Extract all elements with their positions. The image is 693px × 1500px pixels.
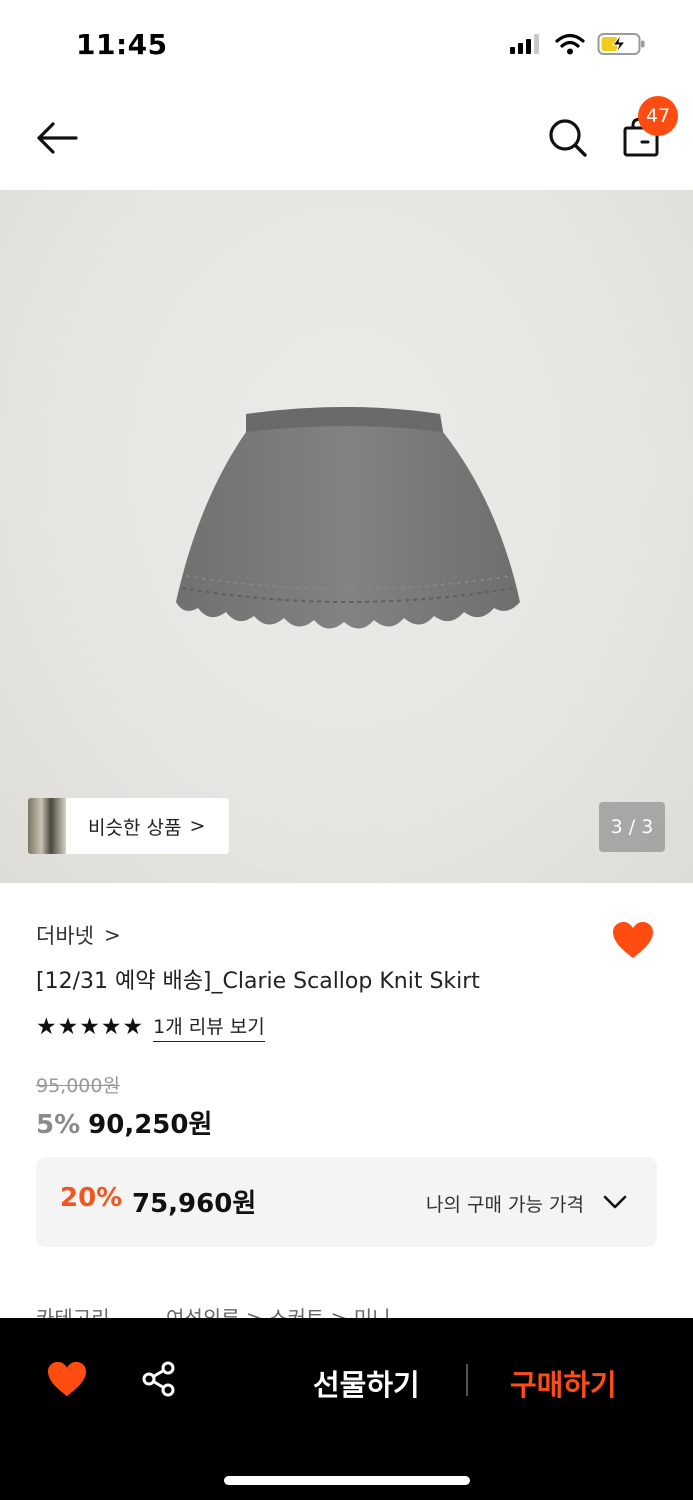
my-price-label: 나의 구매 가능 가격 xyxy=(426,1194,584,1216)
star-icon: ★ xyxy=(36,1013,57,1040)
star-icon: ★ xyxy=(122,1013,144,1040)
cart-count-badge[interactable]: 47 xyxy=(638,96,678,136)
sale-price: 90,250원 xyxy=(88,1110,213,1140)
my-price-value: 75,960원 xyxy=(132,1189,257,1219)
wishlist-heart-icon[interactable] xyxy=(611,920,655,960)
chevron-right-icon: > xyxy=(103,923,121,947)
gift-button[interactable]: 선물하기 xyxy=(313,1362,420,1404)
chevron-down-icon xyxy=(603,1195,627,1209)
status-bar: 11:45 xyxy=(0,0,693,90)
divider xyxy=(466,1364,468,1396)
my-price-rate: 20% xyxy=(60,1183,123,1213)
share-icon[interactable] xyxy=(140,1360,178,1398)
search-icon[interactable] xyxy=(546,116,590,160)
discount-rate: 5% xyxy=(36,1110,81,1140)
brand-link[interactable]: 더바넷 > xyxy=(36,920,121,950)
battery-charging-icon xyxy=(597,33,645,55)
wifi-icon xyxy=(555,33,585,55)
original-price: 95,000원 xyxy=(36,1075,120,1097)
rating-stars: ★ ★ ★ ★ ★ xyxy=(36,1013,144,1040)
chevron-right-icon: > xyxy=(189,815,206,837)
home-indicator xyxy=(224,1476,470,1485)
sale-price-row: 5% 90,250원 xyxy=(36,1104,212,1141)
skirt-photo xyxy=(176,407,520,629)
buy-button[interactable]: 구매하기 xyxy=(510,1362,617,1404)
my-price-dropdown[interactable]: 20% 75,960원 나의 구매 가능 가격 xyxy=(36,1157,657,1247)
similar-products-label: 비슷한 상품 xyxy=(88,816,182,839)
bottom-action-bar: 선물하기 구매하기 xyxy=(0,1318,693,1500)
product-title: [12/31 예약 배송]_Clarie Scallop Knit Skirt xyxy=(36,969,480,994)
status-time: 11:45 xyxy=(76,28,168,61)
star-icon: ★ xyxy=(57,1013,79,1040)
view-reviews-link[interactable]: 1개 리뷰 보기 xyxy=(153,1012,265,1042)
star-icon: ★ xyxy=(79,1013,100,1040)
back-arrow-icon[interactable] xyxy=(34,118,80,158)
image-counter: 3 / 3 xyxy=(599,802,665,852)
top-navigation: 47 xyxy=(0,90,693,190)
product-image[interactable]: 비슷한 상품 > 3 / 3 xyxy=(0,190,693,883)
similar-product-thumbnail xyxy=(28,798,66,854)
similar-products-button[interactable]: 비슷한 상품 > xyxy=(28,798,229,854)
wishlist-heart-icon[interactable] xyxy=(46,1360,88,1398)
brand-name: 더바넷 xyxy=(36,924,94,948)
status-icons xyxy=(509,32,647,56)
cellular-signal-icon xyxy=(510,34,539,54)
rating-row: ★ ★ ★ ★ ★ 1개 리뷰 보기 xyxy=(36,1012,265,1042)
star-icon: ★ xyxy=(100,1013,122,1040)
